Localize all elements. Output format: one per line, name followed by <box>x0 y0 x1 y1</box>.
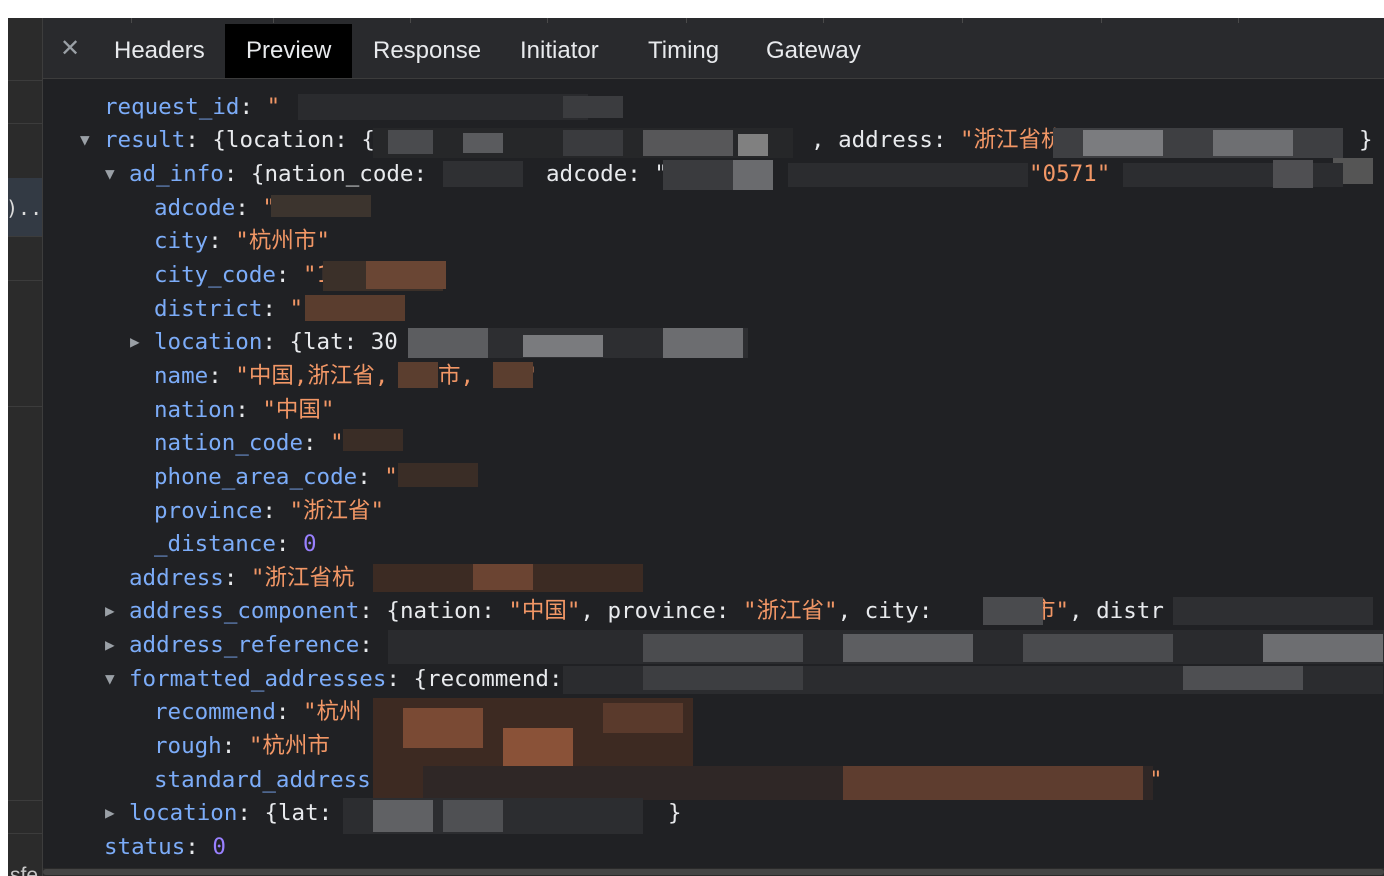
tree-row-city[interactable]: city: "杭州市" <box>154 224 330 258</box>
triangle-down-icon[interactable]: ▼ <box>105 157 129 191</box>
tree-row-phone-area-code[interactable]: phone_area_code: " <box>154 460 398 494</box>
json-object-summary: {location: { <box>212 127 375 153</box>
column-tick <box>547 18 548 23</box>
tree-row-name[interactable]: name: "中国,浙江省, 州市, 区" <box>154 359 537 393</box>
tree-row-recommend[interactable]: recommend: "杭州 <box>154 695 362 729</box>
column-tick <box>686 18 687 23</box>
json-key: result <box>104 127 186 153</box>
tree-row-nation-code[interactable]: nation_code: " <box>154 426 344 460</box>
json-string-value: " <box>266 94 281 120</box>
request-row-divider <box>8 236 42 237</box>
tree-row-province[interactable]: province: "浙江省" <box>154 494 384 528</box>
column-tick <box>962 18 963 23</box>
triangle-right-icon[interactable]: ▶ <box>130 325 154 359</box>
triangle-down-icon[interactable]: ▼ <box>105 662 129 696</box>
triangle-right-icon[interactable]: ▶ <box>105 594 129 628</box>
json-key: ad_info <box>129 161 224 187</box>
status-bar-text: sfe <box>10 864 39 876</box>
tree-row-address-reference[interactable]: ▶address_reference: { <box>105 628 400 662</box>
column-tick <box>273 18 274 23</box>
request-row-divider <box>8 280 42 281</box>
request-row-divider <box>8 80 42 81</box>
scrollbar-thumb[interactable] <box>43 869 1384 875</box>
tab-gateway[interactable]: Gateway <box>745 24 882 78</box>
tab-headers[interactable]: Headers <box>93 24 226 78</box>
request-row-divider <box>8 406 42 407</box>
horizontal-scrollbar[interactable] <box>43 868 1384 876</box>
close-icon[interactable]: ✕ <box>57 35 83 61</box>
column-tick <box>1238 18 1239 23</box>
tree-row-address[interactable]: address: "浙江省杭 <box>129 561 354 595</box>
tree-row-ad-info-summary-adcode: adcode: " <box>546 161 668 187</box>
column-tick <box>410 18 411 23</box>
tree-row-result-summary-address: , address: "浙江省杭 <box>811 127 1064 153</box>
tree-row-distance[interactable]: _distance: 0 <box>154 527 317 561</box>
triangle-down-icon[interactable]: ▼ <box>80 123 104 157</box>
tree-row-address-component[interactable]: ▶ address_component: {nation: "中国", provi… <box>105 594 932 628</box>
tree-row-location[interactable]: ▶ location: {lat: <box>105 796 332 830</box>
details-tabbar: ✕ Headers Preview Response Initiator Tim… <box>43 18 1384 79</box>
triangle-right-icon[interactable]: ▶ <box>105 796 129 830</box>
request-row-divider <box>8 800 42 801</box>
json-key: request_id <box>104 94 240 120</box>
details-panel: ✕ Headers Preview Response Initiator Tim… <box>43 18 1384 876</box>
tab-initiator[interactable]: Initiator <box>499 24 620 78</box>
tree-row-location-close: } <box>668 800 682 826</box>
window-top-strip <box>0 0 1384 18</box>
request-name-truncated[interactable]: )... <box>8 196 42 220</box>
request-list-panel[interactable]: )... sfe <box>8 18 43 876</box>
tree-row-city-code[interactable]: city_code: "1 <box>154 258 330 292</box>
tab-response[interactable]: Response <box>352 24 502 78</box>
column-tick <box>823 18 824 23</box>
tree-row-adcode[interactable]: adcode: " <box>154 191 276 225</box>
json-preview-tree: request_id: " ▼ result: {location: { , ad… <box>43 78 1384 868</box>
tab-preview[interactable]: Preview <box>225 24 353 78</box>
request-row-divider <box>8 833 42 834</box>
tree-row-nation[interactable]: nation: "中国" <box>154 393 334 427</box>
tab-timing[interactable]: Timing <box>627 24 740 78</box>
tree-row-address-component-tail: 市", distr <box>1033 598 1164 624</box>
request-row-divider <box>8 123 42 124</box>
triangle-right-icon[interactable]: ▶ <box>105 628 129 662</box>
tree-row-district[interactable]: district: " <box>154 292 303 326</box>
tree-row-formatted-addresses[interactable]: ▼ formatted_addresses: {recommend: <box>105 662 563 696</box>
tree-row-ad-info-summary-phone: "0571" <box>1029 161 1111 187</box>
tree-row-status[interactable]: status: 0 <box>104 830 226 864</box>
column-tick <box>131 18 132 23</box>
tree-row-result-close: } <box>1359 127 1373 153</box>
tree-row-ad-info[interactable]: ▼ ad_info: {nation_code: <box>105 157 427 191</box>
tree-row-ad-location[interactable]: ▶ location: {lat: 30 <box>130 325 398 359</box>
column-tick <box>1101 18 1102 23</box>
tree-row-request-id[interactable]: request_id: " <box>104 90 280 124</box>
tree-row-result[interactable]: ▼ result: {location: { <box>80 123 375 157</box>
tree-row-rough[interactable]: rough: "杭州市 <box>154 729 330 763</box>
left-gutter <box>0 18 8 876</box>
